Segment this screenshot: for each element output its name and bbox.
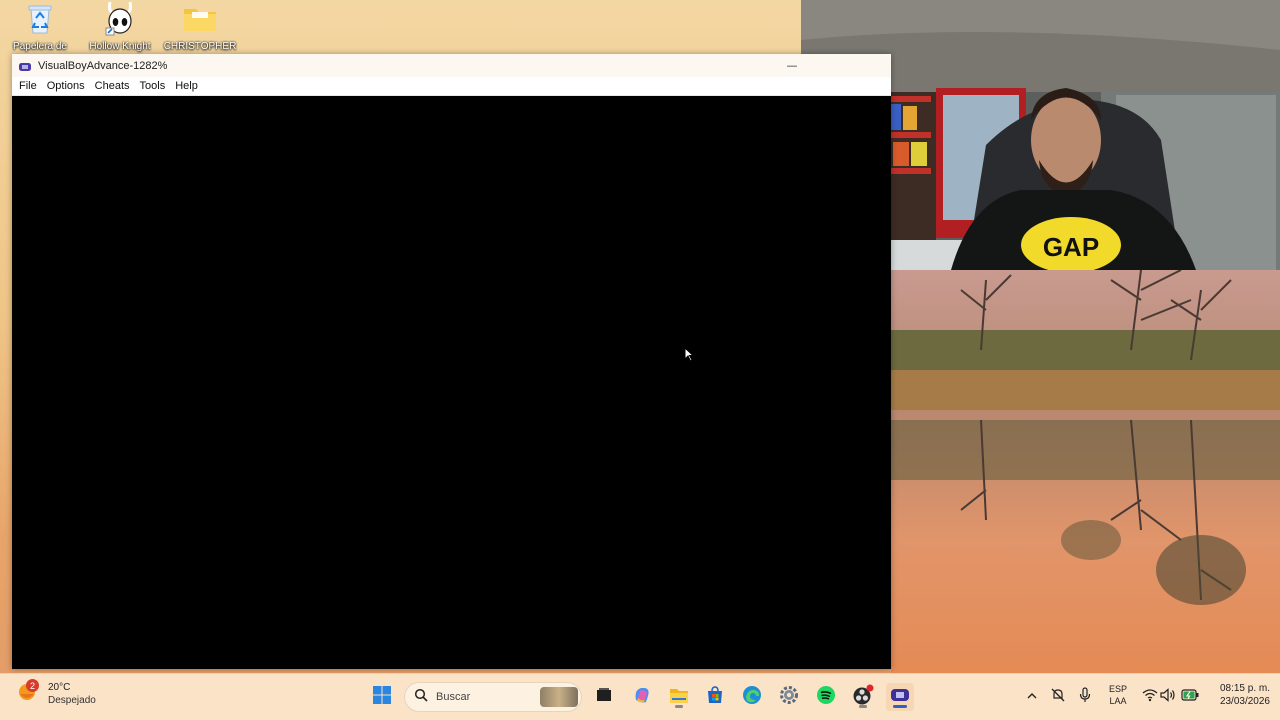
volume-icon: [1160, 687, 1176, 707]
battery-charging-icon: [1181, 688, 1199, 706]
gear-icon: [779, 685, 799, 710]
window-title: VisualBoyAdvance-1282%: [38, 59, 168, 72]
mouse-cursor-icon: [684, 346, 695, 366]
system-clock[interactable]: 08:15 p. m. 23/03/2026: [1206, 682, 1270, 708]
microsoft-store-icon: [705, 685, 725, 710]
notifications-off-button[interactable]: [1044, 683, 1072, 711]
clock-time: 08:15 p. m.: [1219, 683, 1270, 694]
running-indicator-active: [893, 705, 907, 708]
game-display[interactable]: [12, 96, 891, 669]
visualboyadvance-taskbar-button[interactable]: [886, 683, 914, 711]
menu-file[interactable]: File: [14, 78, 42, 94]
visualboyadvance-app-icon: [18, 59, 32, 73]
show-hidden-icons-button[interactable]: [1018, 683, 1046, 711]
emulator-window[interactable]: VisualBoyAdvance-1282% — File Options Ch…: [12, 54, 891, 669]
microphone-icon: [1078, 686, 1092, 708]
copilot-icon: [632, 685, 652, 710]
microphone-button[interactable]: [1071, 683, 1099, 711]
window-titlebar[interactable]: VisualBoyAdvance-1282% —: [12, 54, 891, 77]
desktop-icon-label: Hollow Knight: [89, 41, 151, 52]
start-button[interactable]: [368, 683, 396, 711]
svg-text:GAP: GAP: [1043, 232, 1099, 262]
clock-date: 23/03/2026: [1219, 696, 1270, 707]
language-code: ESP: [1108, 684, 1127, 694]
wallpaper-scene: [891, 270, 1280, 673]
spotify-button[interactable]: [812, 683, 840, 711]
edge-button[interactable]: [738, 683, 766, 711]
menu-tools[interactable]: Tools: [135, 78, 171, 94]
weather-alert-badge: 2: [26, 679, 39, 692]
desktop-icon-label: Papelera de: [13, 41, 67, 52]
running-indicator: [675, 705, 683, 708]
search-icon: [414, 688, 428, 707]
settings-button[interactable]: [775, 683, 803, 711]
recycle-bin-icon: [22, 0, 58, 36]
weather-widget[interactable]: 2 20°C Despejado: [16, 679, 96, 707]
microsoft-store-button[interactable]: [701, 683, 729, 711]
taskbar-search-box[interactable]: Buscar: [404, 682, 582, 712]
minimize-button[interactable]: —: [784, 57, 800, 73]
taskbar: 2 20°C Despejado Buscar ESP LAA 08:15 p.…: [0, 673, 1280, 720]
windows-start-icon: [372, 685, 392, 710]
menu-help[interactable]: Help: [170, 78, 203, 94]
menu-cheats[interactable]: Cheats: [90, 78, 135, 94]
spotify-icon: [816, 685, 836, 710]
weather-temperature: 20°C: [48, 681, 71, 693]
folder-icon: [182, 0, 218, 36]
language-indicator[interactable]: ESP LAA: [1107, 683, 1129, 707]
obs-button[interactable]: [849, 683, 877, 711]
search-placeholder: Buscar: [436, 691, 471, 703]
bell-off-icon: [1050, 687, 1066, 708]
running-indicator: [859, 705, 867, 708]
desktop-icon-label: CHRISTOPHER: [163, 41, 237, 52]
search-highlight-image: [540, 687, 578, 707]
task-view-button[interactable]: [590, 683, 618, 711]
menu-bar: File Options Cheats Tools Help: [12, 77, 891, 96]
weather-condition: Despejado: [48, 694, 96, 706]
chevron-up-icon: [1026, 688, 1038, 706]
hollow-knight-icon: [102, 0, 138, 36]
file-explorer-button[interactable]: [665, 683, 693, 711]
desktop-icon-recycle-bin[interactable]: Papelera de: [1, 0, 79, 54]
menu-options[interactable]: Options: [42, 78, 90, 94]
task-view-icon: [595, 686, 613, 709]
desktop-icon-christopher-folder[interactable]: CHRISTOPHER: [161, 0, 239, 54]
copilot-button[interactable]: [628, 683, 656, 711]
edge-icon: [742, 685, 762, 710]
battery-status[interactable]: [1176, 683, 1204, 711]
keyboard-layout: LAA: [1109, 696, 1127, 706]
desktop-icon-hollow-knight[interactable]: Hollow Knight: [81, 0, 159, 54]
